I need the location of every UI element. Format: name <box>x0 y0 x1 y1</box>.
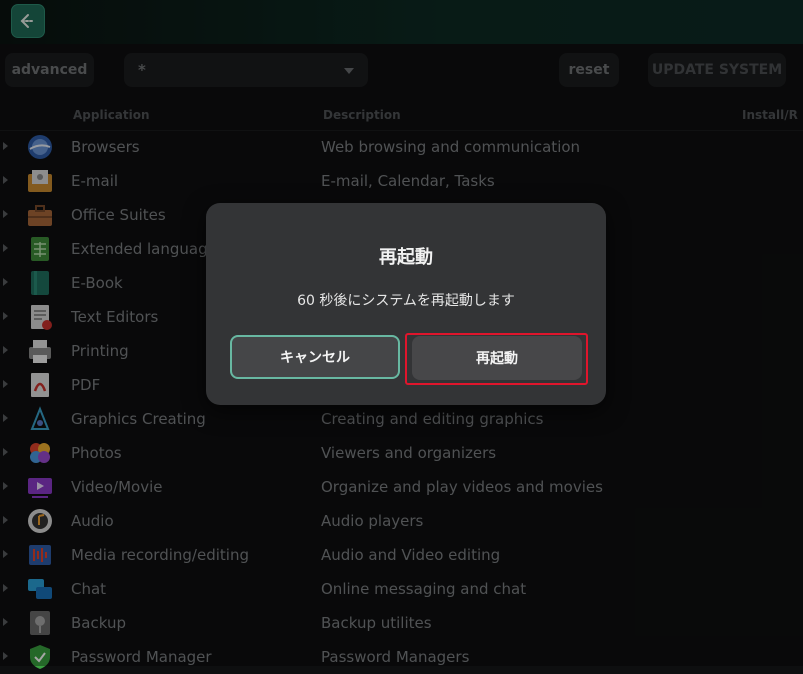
cancel-button[interactable]: キャンセル <box>230 335 400 379</box>
dialog-title: 再起動 <box>379 247 433 268</box>
restart-button[interactable]: 再起動 <box>412 336 582 380</box>
restart-dialog: 再起動 60 秒後にシステムを再起動します キャンセル 再起動 <box>206 203 606 405</box>
dialog-message: 60 秒後にシステムを再起動します <box>297 293 515 309</box>
